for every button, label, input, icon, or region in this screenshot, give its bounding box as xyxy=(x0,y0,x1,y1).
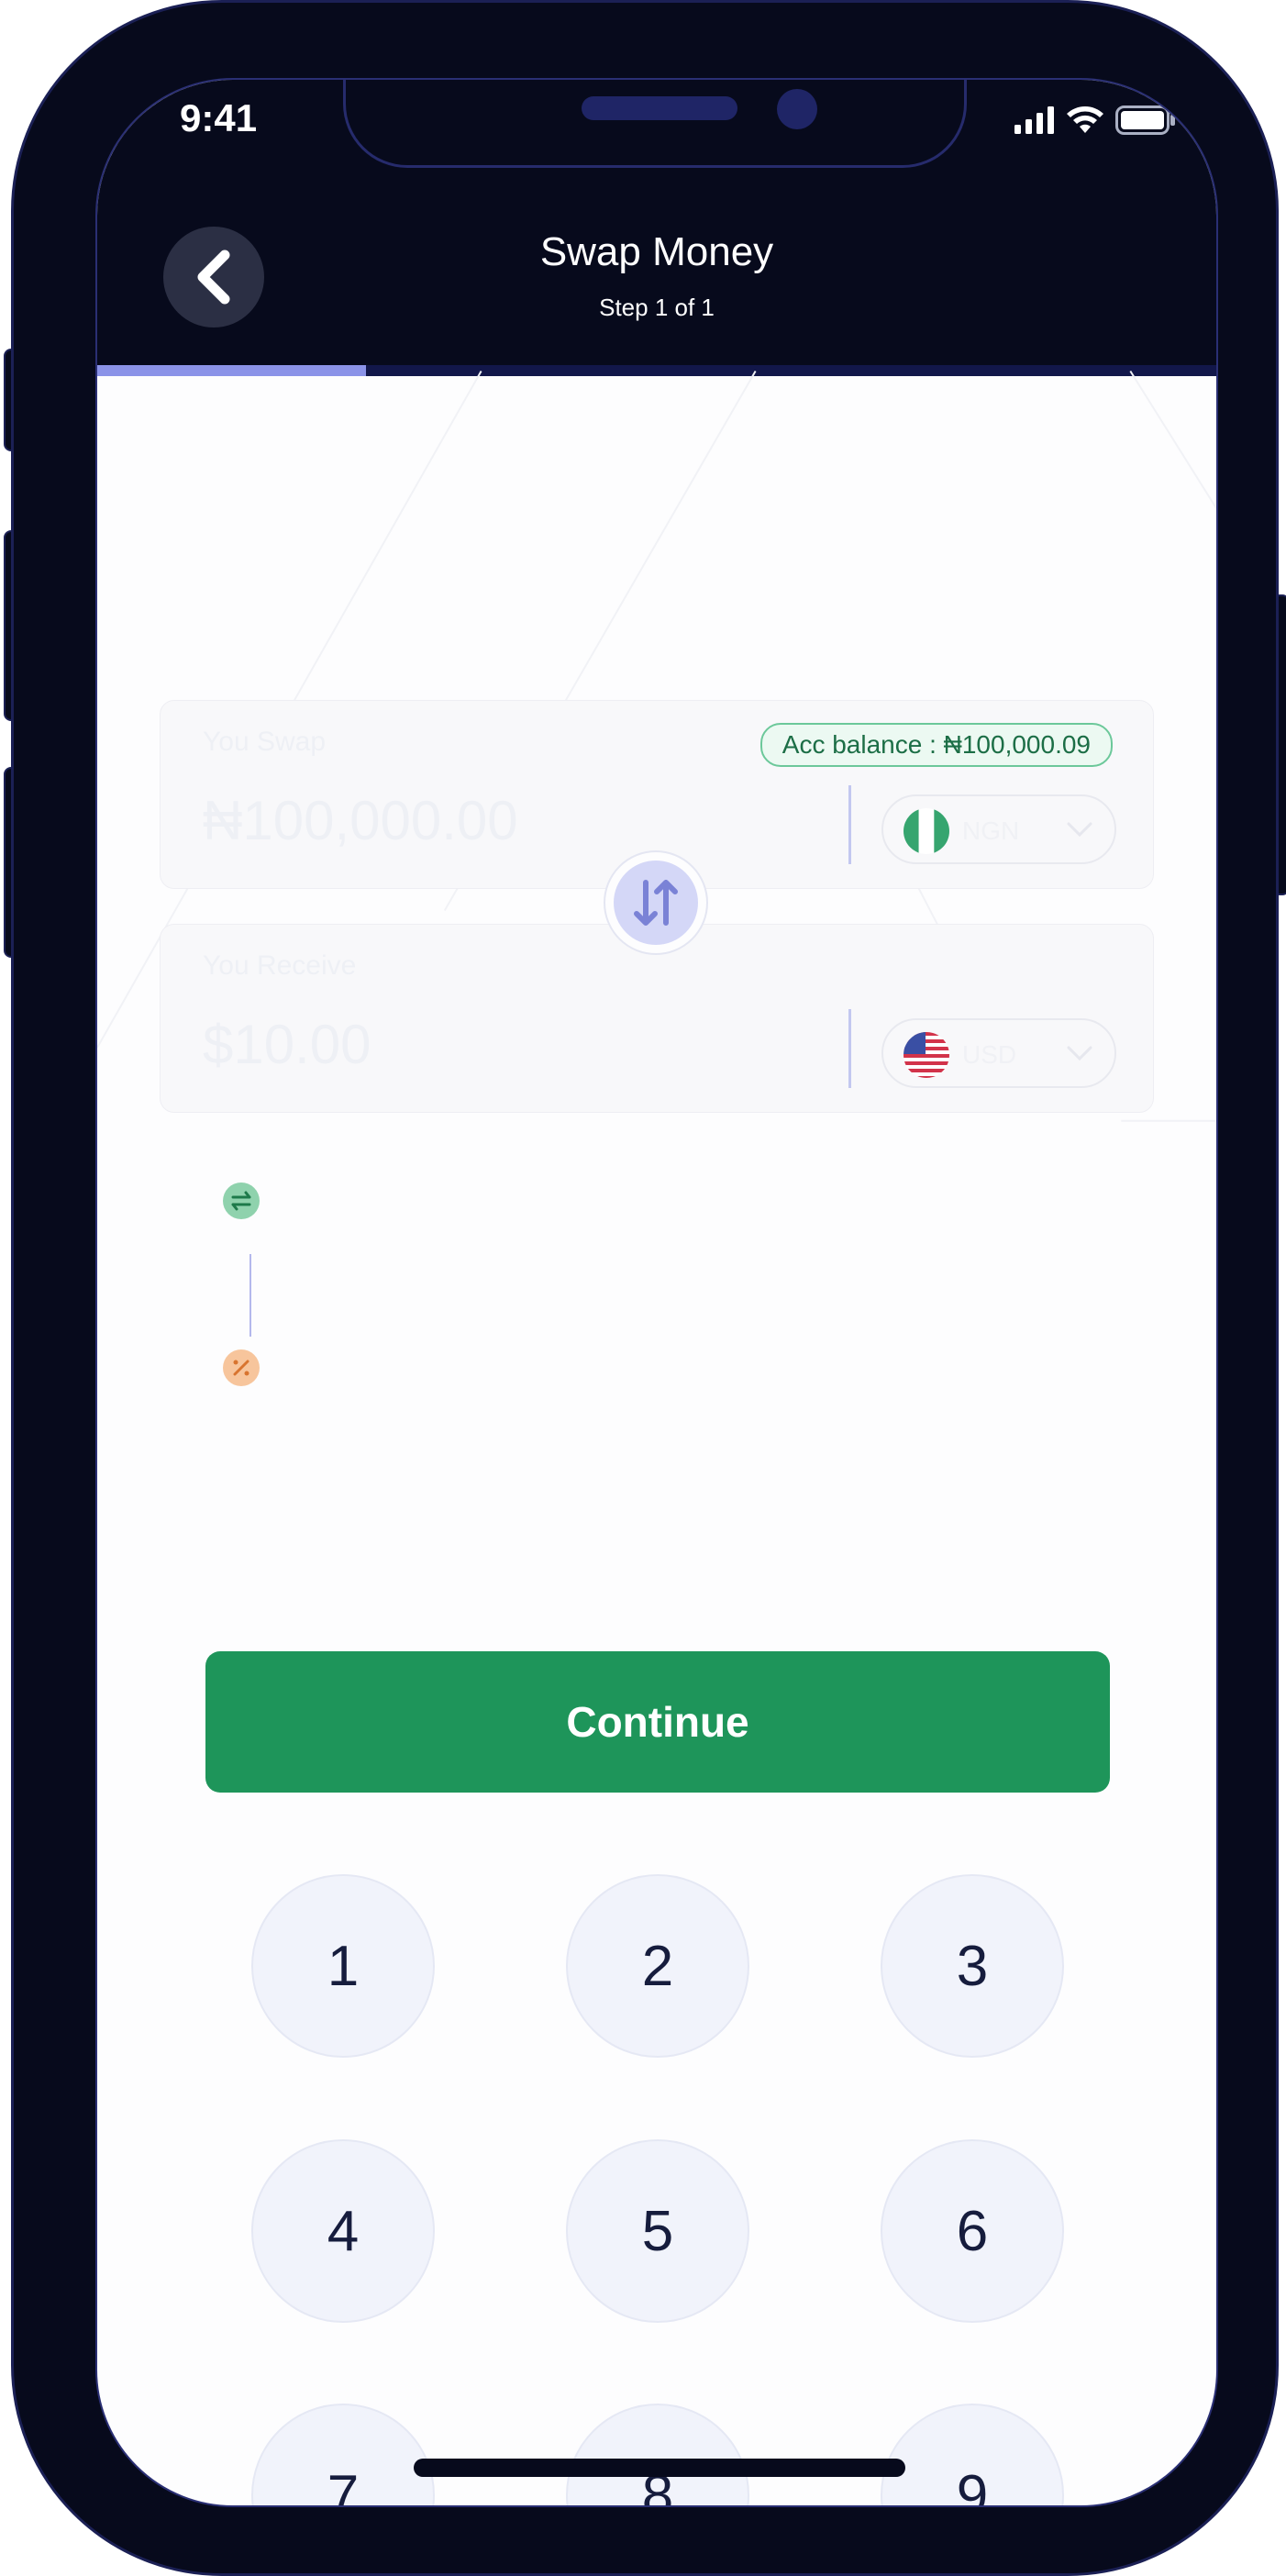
front-camera xyxy=(777,89,817,129)
step-indicator: Step 1 of 1 xyxy=(599,294,715,321)
divider xyxy=(848,785,851,864)
page-title: Swap Money xyxy=(539,229,774,274)
keypad-key-5[interactable]: 5 xyxy=(566,2139,749,2323)
app-header: 9:41 Swap Money Step 1 of 1 xyxy=(97,80,1216,370)
from-currency-select[interactable]: NGN xyxy=(881,794,1116,864)
keypad-key-3[interactable]: 3 xyxy=(881,1874,1064,2058)
info-connector xyxy=(249,1254,251,1337)
home-indicator xyxy=(414,2459,905,2477)
chevron-down-icon xyxy=(1067,822,1092,838)
status-icons xyxy=(1014,105,1176,135)
keypad-key-6[interactable]: 6 xyxy=(881,2139,1064,2323)
continue-button[interactable]: Continue xyxy=(205,1651,1110,1793)
from-amount-input[interactable]: ₦100,000.00 xyxy=(203,789,518,852)
chevron-down-icon xyxy=(1067,1046,1092,1061)
status-time: 9:41 xyxy=(180,96,258,139)
nigeria-flag-icon xyxy=(904,808,949,854)
app-screen: 9:41 Swap Money Step 1 of 1 You Swap Acc… xyxy=(95,78,1218,2507)
divider xyxy=(848,1009,851,1088)
to-amount-input[interactable]: $10.00 xyxy=(203,1013,371,1076)
battery-icon xyxy=(1115,105,1175,135)
wifi-icon xyxy=(1067,106,1103,133)
keypad-key-8[interactable]: 8 xyxy=(566,2404,749,2505)
percent-badge-icon xyxy=(223,1349,260,1386)
notch xyxy=(343,80,967,168)
to-label: You Receive xyxy=(203,950,357,981)
keypad-key-2[interactable]: 2 xyxy=(566,1874,749,2058)
keypad-key-7[interactable]: 7 xyxy=(251,2404,435,2505)
speaker xyxy=(582,96,737,120)
signal-icon xyxy=(1014,106,1054,134)
swap-direction-button[interactable] xyxy=(604,850,708,955)
balance-badge: Acc balance : ₦100,000.09 xyxy=(759,723,1113,767)
keypad-key-1[interactable]: 1 xyxy=(251,1874,435,2058)
to-currency-code: USD xyxy=(962,1040,1017,1069)
keypad-key-9[interactable]: 9 xyxy=(881,2404,1064,2505)
phone-frame: 9:41 Swap Money Step 1 of 1 You Swap Acc… xyxy=(11,0,1279,2576)
keypad-key-4[interactable]: 4 xyxy=(251,2139,435,2323)
us-flag-icon xyxy=(904,1032,949,1078)
to-currency-select[interactable]: USD xyxy=(881,1018,1116,1088)
swap-arrows-icon xyxy=(634,880,678,926)
from-label: You Swap xyxy=(203,727,327,757)
exchange-icon xyxy=(223,1183,260,1219)
from-currency-code: NGN xyxy=(962,816,1020,845)
